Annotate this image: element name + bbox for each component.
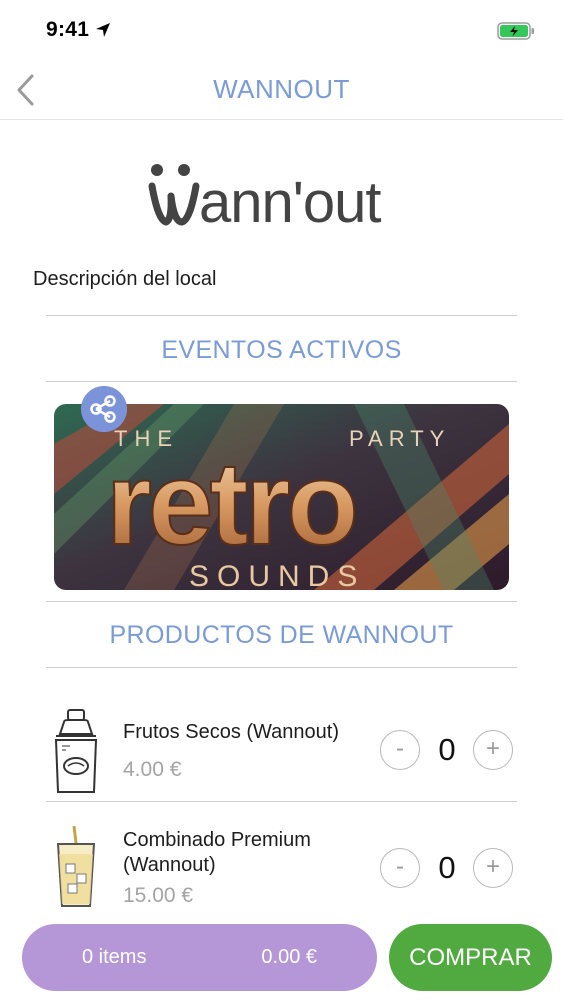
buy-button[interactable]: COMPRAR xyxy=(389,924,552,991)
products-section-title: PRODUCTOS DE WANNOUT xyxy=(109,621,454,649)
divider xyxy=(46,315,517,316)
events-section-title: EVENTOS ACTIVOS xyxy=(161,336,402,364)
decrease-quantity-button[interactable]: - xyxy=(380,848,420,888)
page-title: WANNOUT xyxy=(213,74,350,104)
status-time: 9:41 xyxy=(46,18,90,41)
battery-icon xyxy=(497,22,534,40)
product-price: 4.00 € xyxy=(123,758,182,781)
event-banner-retro-sounds[interactable]: THE PARTY retro SOUNDS xyxy=(54,404,509,590)
increase-quantity-button[interactable]: + xyxy=(473,848,513,888)
increase-quantity-button[interactable]: + xyxy=(473,730,513,770)
cocktail-glass-icon xyxy=(56,825,96,907)
location-arrow-icon xyxy=(96,23,110,37)
share-icon[interactable] xyxy=(81,386,127,432)
decrease-quantity-button[interactable]: - xyxy=(380,730,420,770)
status-bar: 9:41 xyxy=(0,0,563,62)
cart-items-count: 0 items xyxy=(82,946,147,968)
divider xyxy=(46,601,517,602)
cart-total: 0.00 € xyxy=(261,946,317,968)
divider xyxy=(46,381,517,382)
nuts-bag-icon xyxy=(54,709,98,793)
quantity-value: 0 xyxy=(438,850,456,885)
wannout-logo: ann'out xyxy=(148,164,382,232)
divider xyxy=(46,801,517,802)
product-price: 15.00 € xyxy=(123,884,194,907)
venue-description: Descripción del local xyxy=(33,268,217,290)
nav-bar: WANNOUT xyxy=(0,62,563,120)
product-item: Frutos Secos (Wannout) 4.00 € - 0 + xyxy=(0,690,563,808)
quantity-value: 0 xyxy=(438,732,456,767)
banner-retro-text: retro xyxy=(106,438,355,570)
product-name: Frutos Secos (Wannout) xyxy=(123,721,340,743)
cart-summary[interactable]: 0 items 0.00 € xyxy=(22,924,377,991)
product-item: Combinado Premium (Wannout) 15.00 € - 0 … xyxy=(0,808,563,926)
divider xyxy=(46,667,517,668)
svg-text:ann'out: ann'out xyxy=(199,170,381,232)
product-name: Combinado Premium (Wannout) xyxy=(123,829,311,876)
banner-party-text: PARTY xyxy=(349,426,450,451)
banner-sounds-text: SOUNDS xyxy=(189,560,365,590)
